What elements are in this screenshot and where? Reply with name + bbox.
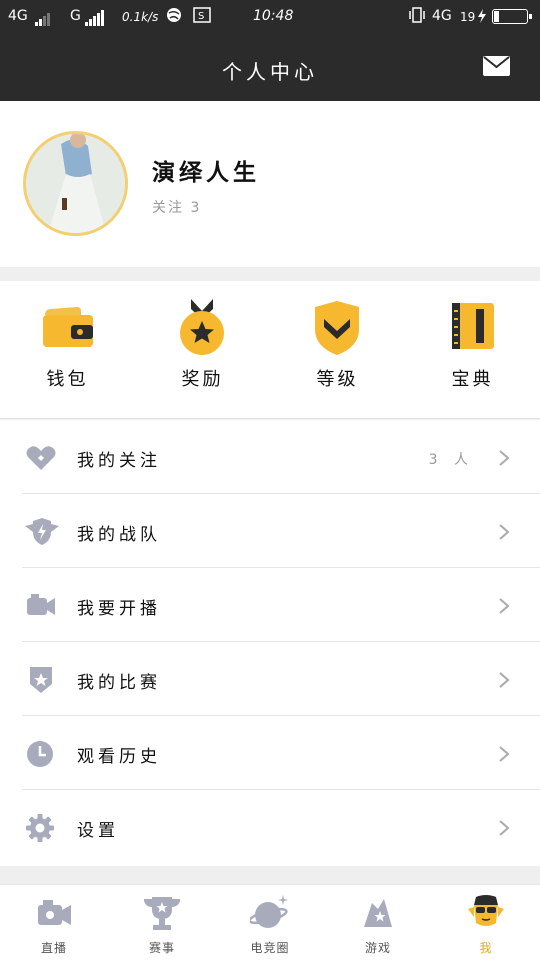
profile-card[interactable]: 演绎人生 关注 3	[0, 101, 540, 267]
menu-item-go-live[interactable]: 我要开播	[0, 568, 540, 642]
chevron-right-icon	[498, 820, 510, 836]
tab-label: 游戏	[364, 941, 391, 955]
trophy-icon	[142, 893, 182, 933]
menu-label: 我的战队	[77, 525, 161, 545]
rewards-action[interactable]: 奖励	[135, 281, 270, 419]
menu-label: 我要开播	[77, 599, 161, 619]
avatar[interactable]	[23, 131, 128, 236]
camera-icon	[25, 592, 57, 620]
battery-icon	[492, 9, 532, 24]
network-type-2: G	[70, 8, 81, 24]
signal-strength-icon	[34, 10, 50, 26]
screenshot-icon: S	[193, 7, 211, 27]
tab-me[interactable]: 我	[432, 885, 540, 960]
menu-label: 我的关注	[77, 451, 161, 471]
heart-icon	[25, 444, 57, 472]
svg-text:S: S	[198, 11, 204, 22]
rewards-label: 奖励	[181, 369, 224, 390]
menu-item-settings[interactable]: 设置	[0, 790, 540, 864]
quick-actions: 钱包 奖励 等级 宝典	[0, 281, 540, 419]
tab-games[interactable]: 游戏	[324, 885, 432, 960]
tab-events[interactable]: 赛事	[108, 885, 216, 960]
live-camera-icon	[34, 893, 74, 933]
tab-label: 赛事	[148, 941, 175, 955]
menu-label: 观看历史	[77, 747, 161, 767]
game-icon	[358, 893, 398, 933]
title-bar: 个人中心	[0, 34, 540, 101]
bottom-nav: 直播 赛事 电竞圈 游戏 我	[0, 884, 540, 960]
status-bar: 4G G 0.1k/s S 10:48 4G 19	[0, 0, 540, 34]
level-action[interactable]: 等级	[270, 281, 405, 419]
menu-label: 设置	[77, 821, 119, 841]
level-label: 等级	[316, 369, 359, 390]
page-title: 个人中心	[222, 60, 318, 84]
gear-icon	[25, 814, 57, 842]
tab-live[interactable]: 直播	[0, 885, 108, 960]
vibrate-icon	[408, 7, 426, 27]
charging-icon	[477, 8, 487, 28]
wallet-action[interactable]: 钱包	[0, 281, 135, 419]
tab-label: 我	[479, 941, 493, 955]
menu-item-watch-history[interactable]: 观看历史	[0, 716, 540, 790]
network-speed: 0.1k/s	[122, 10, 159, 24]
wallet-icon	[37, 299, 97, 359]
globe-icon	[166, 7, 182, 27]
chevron-right-icon	[498, 524, 510, 540]
book-icon	[442, 299, 502, 359]
match-badge-icon	[25, 666, 57, 694]
network-type-1: 4G	[8, 8, 28, 24]
follow-count: 3 人	[428, 452, 474, 468]
guidebook-label: 宝典	[451, 369, 494, 390]
menu-item-my-team[interactable]: 我的战队	[0, 494, 540, 568]
tab-esports-circle[interactable]: 电竞圈	[216, 885, 324, 960]
menu-item-my-follows[interactable]: 我的关注 3 人	[0, 420, 540, 494]
wallet-label: 钱包	[46, 369, 89, 390]
mail-icon[interactable]	[483, 56, 510, 76]
planet-icon	[248, 893, 290, 933]
chevron-right-icon	[498, 598, 510, 614]
username: 演绎人生	[152, 160, 260, 186]
battery-percent: 19	[460, 10, 476, 24]
clock-time: 10:48	[253, 8, 294, 24]
shield-rank-icon	[307, 299, 367, 359]
follow-count-note: 关注 3	[152, 200, 202, 216]
network-type-3: 4G	[432, 8, 452, 24]
avatar-sunglasses-icon	[466, 893, 506, 933]
menu-list: 我的关注 3 人 我的战队 我要开播 我的比赛 观看历史 设置	[0, 420, 540, 866]
guidebook-action[interactable]: 宝典	[405, 281, 540, 419]
chevron-right-icon	[498, 672, 510, 688]
tab-label: 直播	[40, 941, 67, 955]
menu-label: 我的比赛	[77, 673, 161, 693]
clock-icon	[25, 740, 57, 768]
medal-icon	[172, 299, 232, 359]
chevron-right-icon	[498, 450, 510, 466]
signal-strength-icon-2	[84, 10, 104, 26]
chevron-right-icon	[498, 746, 510, 762]
menu-item-my-matches[interactable]: 我的比赛	[0, 642, 540, 716]
team-shield-icon	[25, 518, 59, 546]
tab-label: 电竞圈	[250, 941, 290, 955]
